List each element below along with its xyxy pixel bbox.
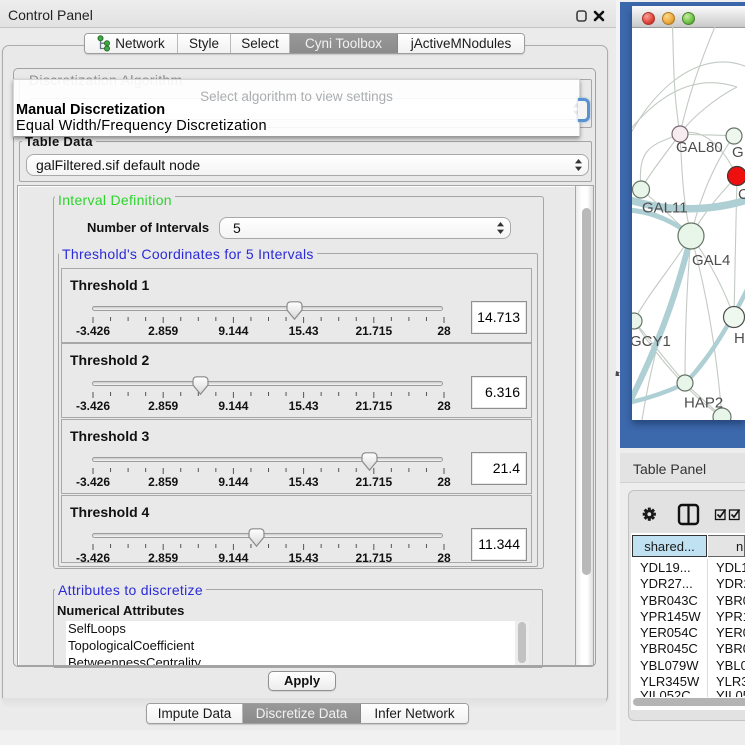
svg-text:H: H <box>734 330 745 347</box>
svg-text:HAP2: HAP2 <box>684 395 723 412</box>
svg-text:GAL80: GAL80 <box>676 139 723 156</box>
svg-text:GAL4: GAL4 <box>692 252 730 269</box>
svg-text:C: C <box>738 186 745 203</box>
svg-text:GCY1: GCY1 <box>632 333 671 350</box>
svg-text:GAL11: GAL11 <box>642 200 688 217</box>
svg-text:G.: G. <box>732 144 745 161</box>
